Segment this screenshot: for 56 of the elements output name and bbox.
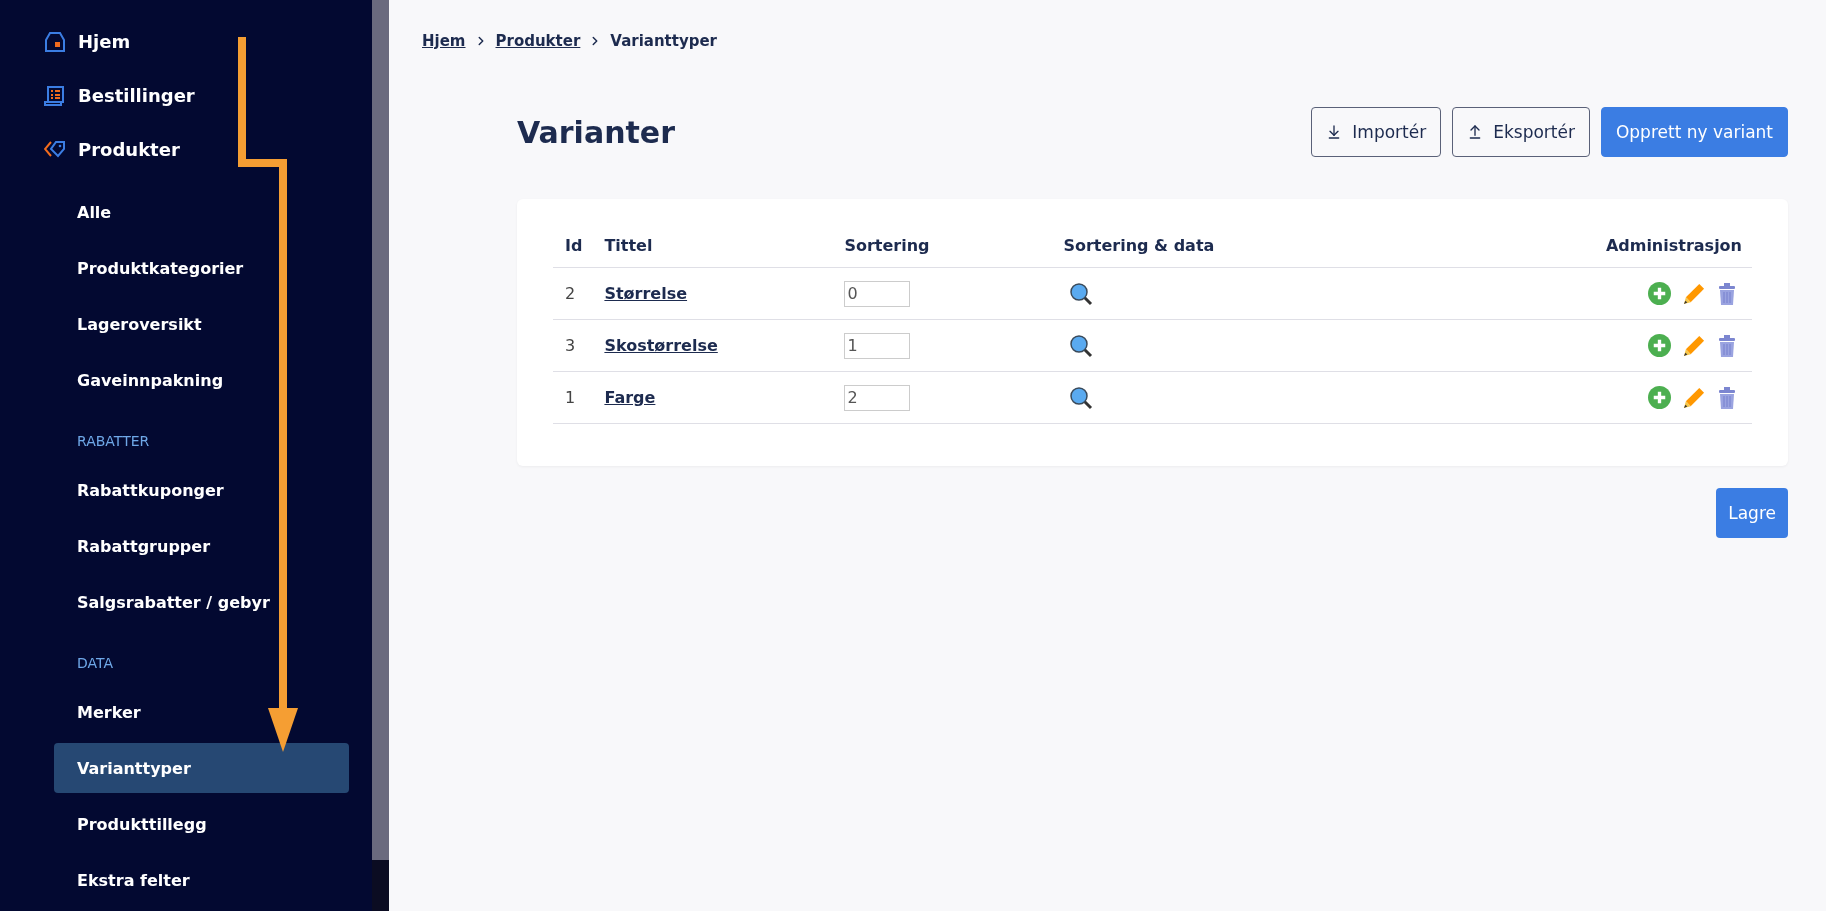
column-header: Administrasjon [1417,224,1752,268]
nav-item[interactable]: Salgsrabatter / gebyr [54,577,349,627]
nav-item[interactable]: Alle [54,187,349,237]
nav-label: Bestillinger [78,85,195,106]
sort-field[interactable]: 2 [844,384,911,411]
sort-field[interactable]: 1 [844,332,911,359]
column-header: Tittel [592,224,833,268]
pencil-icon[interactable] [1683,282,1706,305]
nav-label: Produkter [78,138,180,160]
nav-item[interactable]: Bestillinger [0,68,372,123]
trash-icon[interactable] [1718,282,1736,305]
export-button[interactable]: Eksportér [1452,107,1590,157]
title-link[interactable]: Skostørrelse [604,336,718,355]
column-header: Id [553,224,593,268]
title-link[interactable]: Farge [604,388,656,407]
nav-item[interactable]: Gaveinnpakning [54,355,349,405]
breadcrumb-link[interactable]: Produkter [495,32,581,50]
search-icon[interactable] [1069,333,1094,358]
breadcrumb-current: Varianttyper [610,32,718,50]
nav-item[interactable]: Hjem [0,15,372,69]
save-button[interactable]: Lagre [1716,488,1788,538]
add-icon[interactable] [1648,386,1671,409]
table-cell: 1 [553,371,593,424]
column-header: Sortering [832,224,1052,268]
pencil-icon[interactable] [1683,334,1706,357]
nav-item[interactable]: Produktkategorier [54,243,349,293]
section-heading: RABATTER [77,432,151,451]
nav-label: Hjem [78,31,131,53]
nav-item[interactable]: Varianttyper [54,743,349,793]
pencil-icon[interactable] [1683,386,1706,409]
trash-icon[interactable] [1718,334,1736,357]
column-header: Sortering & data [1051,224,1418,268]
create-button[interactable]: Opprett ny variant [1600,107,1788,157]
trash-icon[interactable] [1718,386,1736,409]
nav-item[interactable]: Rabattkuponger [54,465,349,515]
house-icon [44,30,66,53]
title-link[interactable]: Størrelse [604,284,688,303]
search-icon[interactable] [1069,281,1094,306]
nav-item[interactable]: Rabattgrupper [54,521,349,571]
nav-item[interactable]: Produkttillegg [54,799,349,849]
nav-item[interactable]: Merker [54,687,349,737]
table-cell: 3 [553,319,593,372]
receipt-icon [44,84,66,107]
nav-item[interactable]: Lageroversikt [54,299,349,349]
page-title: Varianter [517,114,676,150]
breadcrumb-link[interactable]: Hjem [422,32,466,50]
add-icon[interactable] [1648,282,1671,305]
sort-field[interactable]: 0 [844,280,911,307]
section-heading: DATA [77,654,115,673]
search-icon[interactable] [1069,385,1094,410]
import-button[interactable]: Importér [1311,107,1442,157]
nav-item[interactable]: Produkter [0,122,372,176]
scrollbar-thumb[interactable] [372,0,389,860]
table-cell: 2 [553,267,593,320]
add-icon[interactable] [1648,334,1671,357]
nav-item[interactable]: Ekstra felter [54,855,349,905]
